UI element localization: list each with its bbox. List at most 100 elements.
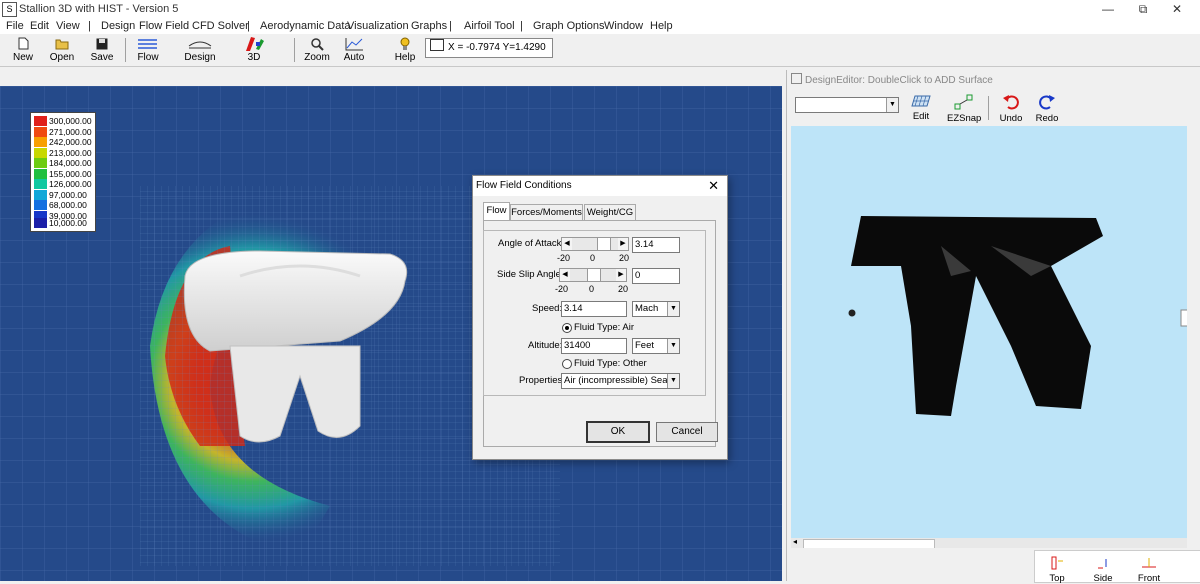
horizontal-scrollbar[interactable]: ◂ xyxy=(791,537,1187,549)
surface-select[interactable]: ▼ xyxy=(795,97,899,113)
floppy-disk-icon xyxy=(88,36,116,51)
menu-visualization[interactable]: Visualization xyxy=(347,20,409,32)
3d-button[interactable]: 3D xyxy=(240,36,268,63)
3d-view-icon xyxy=(240,36,268,51)
zoom-label: Zoom xyxy=(304,52,330,63)
scroll-left-arrow-icon[interactable]: ◂ xyxy=(793,537,797,546)
legend-swatch xyxy=(34,179,47,189)
help-button[interactable]: Help xyxy=(392,36,418,63)
menu-flow-field[interactable]: Flow Field xyxy=(139,20,189,32)
menu-separator: | xyxy=(88,20,91,32)
design-editor-title-text: DesignEditor: DoubleClick to ADD Surface xyxy=(805,75,993,86)
zoom-button[interactable]: Zoom xyxy=(303,36,331,63)
legend-value: 271,000.00 xyxy=(49,126,92,137)
menu-edit[interactable]: Edit xyxy=(30,20,49,32)
menu-window[interactable]: Window xyxy=(604,20,643,32)
slider-thumb[interactable] xyxy=(587,269,601,281)
legend-entry: 68,000.00 xyxy=(34,200,92,210)
coordinate-icon xyxy=(430,39,444,51)
redo-label: Redo xyxy=(1035,113,1059,124)
legend-entry: 271,000.00 xyxy=(34,126,92,137)
slider-mid-label: 0 xyxy=(590,253,596,263)
new-button[interactable]: New xyxy=(10,36,36,63)
menu-airfoil-tool[interactable]: Airfoil Tool xyxy=(464,20,515,32)
slider-right-arrow-icon[interactable]: ▶ xyxy=(618,238,628,250)
side-view-button[interactable]: Side xyxy=(1091,556,1115,584)
legend-value: 242,000.00 xyxy=(49,137,92,147)
menu-aerodynamic-data[interactable]: Aerodynamic Data xyxy=(260,20,351,32)
legend-entry: 10,000.00 xyxy=(34,218,92,228)
slider-min-label: -20 xyxy=(555,284,569,294)
menu-design[interactable]: Design xyxy=(101,20,135,32)
menu-graphs[interactable]: Graphs xyxy=(411,20,447,32)
dialog-title-bar: Flow Field Conditions ✕ xyxy=(473,176,727,196)
altitude-unit-select[interactable]: Feet ▼ xyxy=(632,338,680,354)
ezsnap-icon xyxy=(947,94,981,113)
toolbar: New Open Save Flow Design 3D Zoom Auto H… xyxy=(0,34,1200,67)
save-button[interactable]: Save xyxy=(88,36,116,63)
legend-entry: 300,000.00 xyxy=(34,116,92,126)
angle-of-attack-input[interactable]: 3.14 xyxy=(632,237,680,253)
tab-flow[interactable]: Flow xyxy=(483,202,510,221)
altitude-input[interactable]: 31400 xyxy=(561,338,627,354)
chevron-down-icon[interactable]: ▼ xyxy=(667,374,679,388)
slider-left-arrow-icon[interactable]: ◀ xyxy=(560,269,570,281)
edit-label: Edit xyxy=(912,111,930,122)
menu-file[interactable]: File xyxy=(6,20,24,32)
ezsnap-label: EZSnap xyxy=(947,113,982,124)
flow-button[interactable]: Flow xyxy=(134,36,162,63)
cursor-coordinates-display: X = -0.7974 Y=1.4290 xyxy=(425,38,553,58)
fluid-type-air-radio[interactable] xyxy=(562,323,572,333)
chevron-down-icon[interactable]: ▼ xyxy=(667,339,679,353)
ezsnap-button[interactable]: EZSnap xyxy=(947,94,981,124)
edit-button[interactable]: Edit xyxy=(909,94,933,122)
top-view-button[interactable]: Top xyxy=(1045,556,1069,584)
speed-input[interactable]: 3.14 xyxy=(561,301,627,317)
side-slip-angle-input[interactable]: 0 xyxy=(632,268,680,284)
design-editor-panel: DesignEditor: DoubleClick to ADD Surface… xyxy=(786,70,1200,584)
fluid-type-other-radio[interactable] xyxy=(562,359,572,369)
menu-view[interactable]: View xyxy=(56,20,80,32)
legend-entry: 213,000.00 xyxy=(34,147,92,158)
menu-cfd-solver[interactable]: CFD Solver xyxy=(192,20,249,32)
cancel-button[interactable]: Cancel xyxy=(656,422,718,442)
window-icon xyxy=(791,73,802,84)
flow-lines-icon xyxy=(134,36,162,51)
help-lightbulb-icon xyxy=(392,36,418,51)
undo-button[interactable]: Undo xyxy=(998,94,1024,124)
properties-label: Properties: xyxy=(519,375,565,386)
menu-help[interactable]: Help xyxy=(650,20,673,32)
slider-thumb[interactable] xyxy=(597,238,611,250)
close-button[interactable]: ✕ xyxy=(1154,0,1200,18)
menu-graph-options[interactable]: Graph Options xyxy=(533,20,605,32)
slider-left-arrow-icon[interactable]: ◀ xyxy=(562,238,572,250)
front-view-icon xyxy=(1136,556,1162,573)
speed-unit-select[interactable]: Mach ▼ xyxy=(632,301,680,317)
side-view-label: Side xyxy=(1093,573,1113,584)
dialog-title: Flow Field Conditions xyxy=(476,180,572,191)
properties-select[interactable]: Air (incompressible) Sea Level ▼ xyxy=(561,373,680,389)
flow-label: Flow xyxy=(137,52,159,63)
legend-swatch xyxy=(34,147,47,158)
redo-button[interactable]: Redo xyxy=(1034,94,1060,124)
ok-button[interactable]: OK xyxy=(586,421,650,443)
tab-forces-moments[interactable]: Forces/Moments xyxy=(510,204,583,221)
tab-weight-cg[interactable]: Weight/CG xyxy=(584,204,636,221)
open-button[interactable]: Open xyxy=(48,36,76,63)
design-button[interactable]: Design xyxy=(184,36,216,63)
dialog-close-button[interactable]: ✕ xyxy=(708,178,719,194)
chevron-down-icon[interactable]: ▼ xyxy=(667,302,679,316)
fluid-type-air-label: Fluid Type: Air xyxy=(574,322,635,333)
design-editor-canvas[interactable] xyxy=(791,126,1190,538)
auto-button[interactable]: Auto xyxy=(341,36,367,63)
slider-right-arrow-icon[interactable]: ▶ xyxy=(616,269,626,281)
redo-arrow-icon xyxy=(1034,94,1060,113)
side-slip-slider[interactable]: ◀ ▶ xyxy=(559,268,627,282)
front-view-label: Front xyxy=(1137,573,1161,584)
legend-entry: 242,000.00 xyxy=(34,137,92,147)
chevron-down-icon[interactable]: ▼ xyxy=(886,98,898,112)
front-view-button[interactable]: Front xyxy=(1136,556,1162,584)
legend-swatch xyxy=(34,168,47,179)
angle-of-attack-slider[interactable]: ◀ ▶ xyxy=(561,237,629,251)
toolbar-separator xyxy=(988,96,989,120)
